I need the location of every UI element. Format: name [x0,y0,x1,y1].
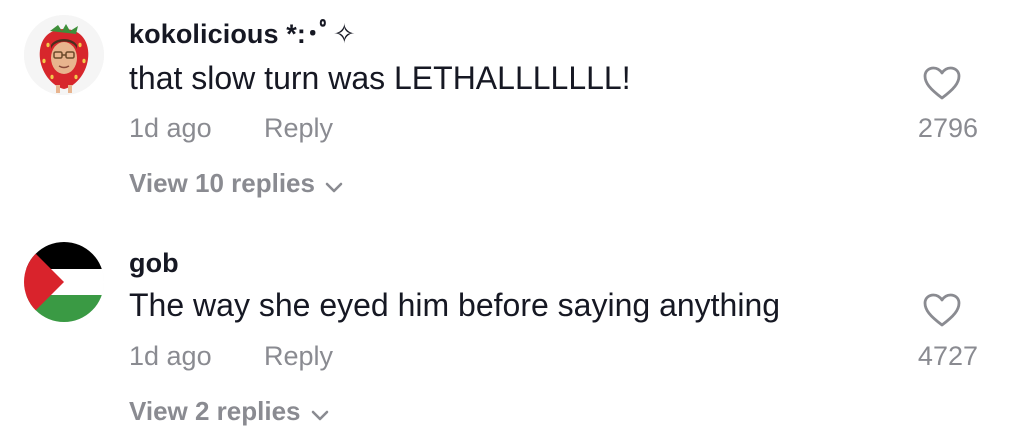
comment-username[interactable]: gob [129,247,179,279]
avatar[interactable] [24,242,104,322]
reply-button[interactable]: Reply [264,340,333,372]
view-replies-button[interactable]: View 2 replies [129,395,329,429]
avatar[interactable] [24,15,104,95]
like-count: 2796 [917,113,978,143]
reply-button[interactable]: Reply [264,112,333,144]
chevron-down-icon [311,397,329,429]
comment-timestamp: 1d ago [129,341,212,371]
comment-text: that slow turn was LETHALLLLLLL! [129,60,631,96]
chevron-down-icon [325,169,343,201]
like-count: 4727 [917,341,978,371]
comment-username[interactable]: kokolicious *:･ﾟ✧ [129,18,356,50]
palestine-flag-avatar-icon [24,242,104,322]
like-heart-icon[interactable] [922,65,962,101]
like-heart-icon[interactable] [922,292,962,328]
comment-text: The way she eyed him before saying anyth… [129,287,781,323]
strawberry-avatar-icon [24,15,104,95]
view-replies-button[interactable]: View 10 replies [129,167,343,201]
comment-timestamp: 1d ago [129,113,212,143]
view-replies-label: View 2 replies [129,396,301,426]
view-replies-label: View 10 replies [129,168,315,198]
